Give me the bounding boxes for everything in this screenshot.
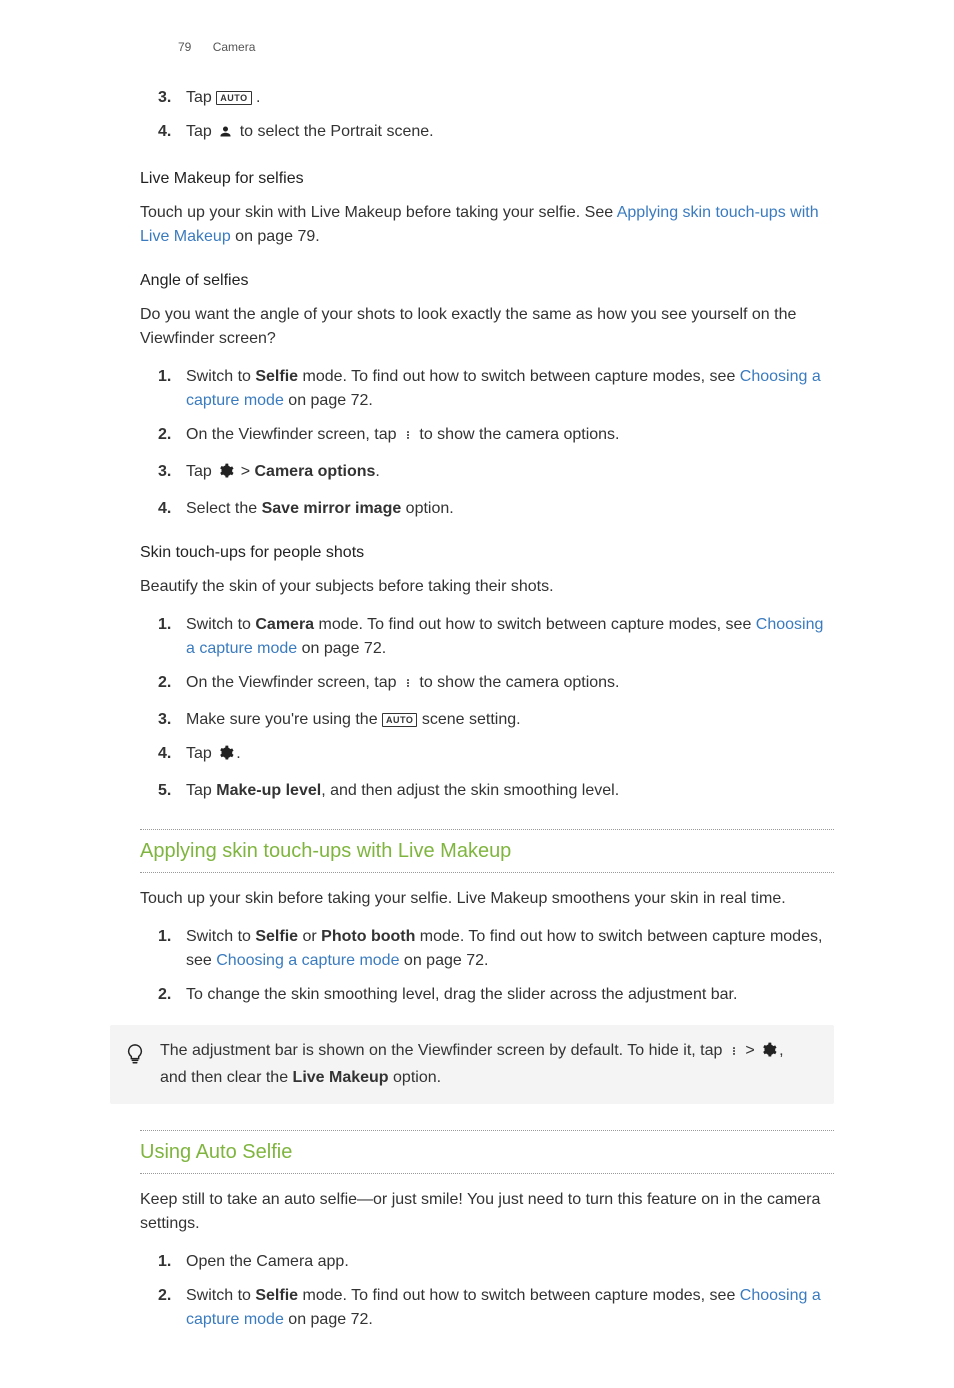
auto-icon: AUTO [382,713,417,727]
subheading-angle: Angle of selfies [140,269,834,293]
angle-step-4: Select the Save mirror image option. [140,497,834,521]
touchups-step-5: Tap Make-up level, and then adjust the s… [140,779,834,803]
subheading-live-makeup: Live Makeup for selfies [140,167,834,191]
menu-icon [729,1042,739,1066]
angle-steps: Switch to Selfie mode. To find out how t… [140,365,834,521]
header-section: Camera [213,40,256,54]
gear-icon [218,745,234,769]
link-choosing-mode[interactable]: Choosing a capture mode [216,952,399,969]
live-makeup-text: Touch up your skin with Live Makeup befo… [140,201,834,249]
angle-step-2: On the Viewfinder screen, tap to show th… [140,423,834,450]
page-number: 79 [178,40,191,54]
section-applying: Applying skin touch-ups with Live Makeup [140,829,834,873]
touchups-step-2: On the Viewfinder screen, tap to show th… [140,671,834,698]
person-icon [218,123,233,147]
applying-step-1: Switch to Selfie or Photo booth mode. To… [140,925,834,973]
tip-text: The adjustment bar is shown on the Viewf… [160,1039,814,1090]
menu-icon [403,426,413,450]
touchups-step-4: Tap . [140,742,834,769]
tip-box: The adjustment bar is shown on the Viewf… [110,1025,834,1104]
page: 79 Camera Tap AUTO . Tap to select the P… [0,0,954,1388]
intro-steps: Tap AUTO . Tap to select the Portrait sc… [140,86,834,147]
touchups-step-1: Switch to Camera mode. To find out how t… [140,613,834,661]
gear-icon [761,1042,777,1066]
angle-intro: Do you want the angle of your shots to l… [140,303,834,351]
applying-intro: Touch up your skin before taking your se… [140,887,834,911]
touchups-step-3: Make sure you're using the AUTO scene se… [140,708,834,732]
auto-step-2: Switch to Selfie mode. To find out how t… [140,1284,834,1332]
auto-step-1: Open the Camera app. [140,1250,834,1274]
auto-selfie-intro: Keep still to take an auto selfie—or jus… [140,1188,834,1236]
applying-step-2: To change the skin smoothing level, drag… [140,983,834,1007]
touchups-steps: Switch to Camera mode. To find out how t… [140,613,834,803]
angle-step-1: Switch to Selfie mode. To find out how t… [140,365,834,413]
gear-icon [218,463,234,487]
section-auto-selfie: Using Auto Selfie [140,1130,834,1174]
menu-icon [403,674,413,698]
auto-icon: AUTO [216,91,251,105]
subheading-touchups: Skin touch-ups for people shots [140,541,834,565]
step-4: Tap to select the Portrait scene. [140,120,834,147]
auto-selfie-steps: Open the Camera app. Switch to Selfie mo… [140,1250,834,1332]
step-3: Tap AUTO . [140,86,834,110]
page-header: 79 Camera [178,38,834,56]
applying-steps: Switch to Selfie or Photo booth mode. To… [140,925,834,1007]
tip-icon [124,1041,146,1075]
angle-step-3: Tap > Camera options. [140,460,834,487]
touchups-intro: Beautify the skin of your subjects befor… [140,575,834,599]
